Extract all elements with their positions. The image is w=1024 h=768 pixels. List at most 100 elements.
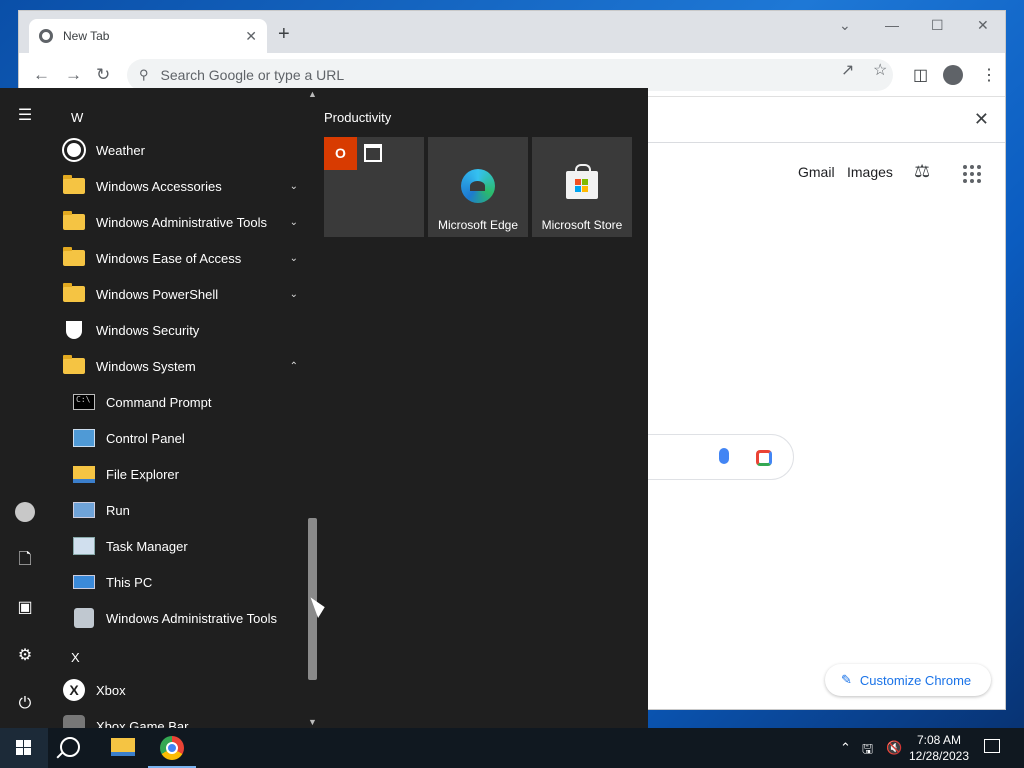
forward-button[interactable]: → <box>65 65 82 85</box>
chevron-down-icon: ⌄ <box>289 252 298 264</box>
start-button[interactable] <box>0 728 48 768</box>
power-icon[interactable]: ⏻ <box>15 694 35 714</box>
tile-label: Microsoft Store <box>541 218 623 232</box>
app-xbox[interactable]: X Xbox <box>62 672 302 708</box>
tab-title: New Tab <box>63 29 110 43</box>
app-label: This PC <box>106 574 153 590</box>
folder-icon <box>62 210 86 234</box>
labs-flask-icon[interactable]: ⚖ <box>914 161 930 182</box>
customize-chrome-button[interactable]: ✎ Customize Chrome <box>825 664 991 696</box>
tab-search-icon[interactable]: ⌄ <box>839 17 851 34</box>
app-label: Weather <box>96 142 145 158</box>
google-apps-icon[interactable] <box>963 165 981 183</box>
office-icon[interactable]: O <box>324 137 357 170</box>
app-label: File Explorer <box>106 466 179 482</box>
tab-strip: New Tab ✕ + ⌄ — ☐ ✕ <box>19 11 1005 53</box>
chrome-favicon-icon <box>39 29 53 43</box>
back-button[interactable]: ← <box>33 65 50 85</box>
app-windows-powershell[interactable]: Windows PowerShell ⌄ <box>62 276 302 312</box>
app-label: Windows System <box>96 358 196 374</box>
app-windows-administrative-tools[interactable]: Windows Administrative Tools ⌄ <box>62 204 302 240</box>
clock-time: 7:08 AM <box>916 733 962 747</box>
app-list-scrollbar[interactable]: ▲ ▼ <box>306 88 320 728</box>
omnibox-placeholder: Search Google or type a URL <box>160 67 345 83</box>
tile-office-calendar[interactable]: O <box>324 137 424 237</box>
hamburger-menu-icon[interactable]: ☰ <box>15 106 35 126</box>
app-windows-system[interactable]: Windows System ⌃ <box>62 348 302 384</box>
app-windows-security[interactable]: Windows Security <box>62 312 302 348</box>
settings-gear-icon[interactable]: ⚙ <box>15 646 35 666</box>
tile-microsoft-edge[interactable]: Microsoft Edge <box>428 137 528 237</box>
game-bar-icon <box>62 714 86 728</box>
profile-icon[interactable] <box>943 65 963 85</box>
chevron-down-icon: ⌄ <box>289 216 298 228</box>
microphone-icon[interactable] <box>719 448 729 464</box>
folder-icon <box>62 246 86 270</box>
app-label: Windows Security <box>96 322 200 338</box>
tab-close-icon[interactable]: ✕ <box>245 28 257 45</box>
show-hidden-icons-icon[interactable]: ⌃ <box>840 740 851 756</box>
minimize-button[interactable]: — <box>885 17 899 33</box>
taskbar-search-icon[interactable] <box>60 737 80 757</box>
app-windows-accessories[interactable]: Windows Accessories ⌄ <box>62 168 302 204</box>
network-icon[interactable]: 🖫 <box>862 740 873 762</box>
file-explorer-icon <box>72 462 96 486</box>
star-icon[interactable]: ☆ <box>873 60 887 80</box>
chevron-down-icon: ⌄ <box>289 288 298 300</box>
task-manager-icon <box>72 534 96 558</box>
store-icon <box>566 164 598 199</box>
calendar-icon[interactable] <box>364 144 382 162</box>
app-windows-ease-of-access[interactable]: Windows Ease of Access ⌄ <box>62 240 302 276</box>
omnibox[interactable]: ⚲ Search Google or type a URL <box>127 59 893 91</box>
admin-tools-icon <box>72 606 96 630</box>
app-task-manager[interactable]: Task Manager <box>72 528 306 564</box>
system-clock[interactable]: 7:08 AM 12/28/2023 <box>908 732 970 764</box>
tab-new-tab[interactable]: New Tab ✕ <box>29 19 267 53</box>
pictures-icon[interactable]: ▣ <box>15 598 35 618</box>
documents-icon[interactable]: 🗋 <box>15 550 35 570</box>
menu-icon[interactable]: ⋮ <box>981 65 997 85</box>
chevron-up-icon: ⌃ <box>289 360 298 372</box>
close-window-button[interactable]: ✕ <box>977 17 989 34</box>
app-list: W Weather Windows Accessories ⌄ Windows … <box>50 88 306 728</box>
letter-header-w[interactable]: W <box>71 110 83 125</box>
notification-center-icon[interactable] <box>984 739 1000 753</box>
gmail-link[interactable]: Gmail <box>798 164 835 180</box>
app-label: Xbox <box>96 682 126 698</box>
images-link[interactable]: Images <box>847 164 893 180</box>
user-account-icon[interactable] <box>15 502 35 522</box>
app-xbox-game-bar[interactable]: Xbox Game Bar <box>62 708 302 728</box>
tiles-area: Productivity O Microsoft Edge Microsoft … <box>324 88 644 728</box>
side-panel-icon[interactable]: ◫ <box>913 65 928 85</box>
taskbar-file-explorer-icon[interactable] <box>111 738 135 756</box>
info-bar-close-icon[interactable]: ✕ <box>974 109 989 130</box>
letter-header-x[interactable]: X <box>71 650 80 665</box>
app-file-explorer[interactable]: File Explorer <box>72 456 306 492</box>
tile-microsoft-store[interactable]: Microsoft Store <box>532 137 632 237</box>
app-weather[interactable]: Weather <box>62 132 302 168</box>
app-run[interactable]: Run <box>72 492 306 528</box>
app-windows-administrative-tools-item[interactable]: Windows Administrative Tools <box>72 600 306 636</box>
taskbar-chrome-icon[interactable] <box>160 736 184 760</box>
app-command-prompt[interactable]: C:\ Command Prompt <box>72 384 306 420</box>
taskbar: ⌃ 🖫 🔇 7:08 AM 12/28/2023 <box>0 728 1024 768</box>
weather-icon <box>62 138 86 162</box>
google-lens-icon[interactable] <box>756 450 772 466</box>
folder-icon <box>62 282 86 306</box>
app-control-panel[interactable]: Control Panel <box>72 420 306 456</box>
app-label: Xbox Game Bar <box>96 718 189 729</box>
app-this-pc[interactable]: This PC <box>72 564 306 600</box>
scroll-down-arrow-icon[interactable]: ▼ <box>308 717 317 727</box>
app-label: Task Manager <box>106 538 188 554</box>
tile-group-title[interactable]: Productivity <box>324 110 391 125</box>
new-tab-button[interactable]: + <box>278 23 290 46</box>
volume-muted-icon[interactable]: 🔇 <box>886 740 902 756</box>
reload-button[interactable]: ↻ <box>96 65 110 85</box>
maximize-button[interactable]: ☐ <box>931 17 944 34</box>
run-icon <box>72 498 96 522</box>
app-label: Windows Ease of Access <box>96 250 242 266</box>
pencil-icon: ✎ <box>841 672 852 687</box>
app-label: Command Prompt <box>106 394 212 410</box>
scroll-up-arrow-icon[interactable]: ▲ <box>308 89 317 99</box>
share-icon[interactable]: ↗ <box>841 60 854 80</box>
